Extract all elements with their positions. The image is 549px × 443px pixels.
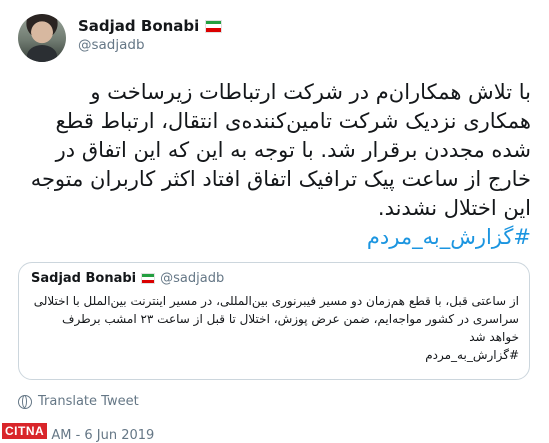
translate-label[interactable]: Translate Tweet [38,394,139,409]
quoted-text: از ساعتی قبل، با قطع هم‌زمان دو مسیر فیب… [31,292,519,364]
quoted-tweet[interactable]: Sadjad Bonabi @sadjadb از ساعتی قبل، با … [18,262,530,380]
quoted-header: Sadjad Bonabi @sadjadb [31,271,519,286]
author-info: Sadjad Bonabi @sadjadb [78,14,223,53]
quoted-display-name: Sadjad Bonabi [31,271,137,286]
hashtag-link[interactable]: #گزارش_به_مردم [367,225,531,249]
tweet-body: با تلاش همکاران‌م در شرکت ارتباطات زیرسا… [30,80,531,220]
tweet-timestamp[interactable]: 9:58 AM - 6 Jun 2019 [18,428,533,443]
citna-watermark-logo: CITNA [2,423,48,439]
iran-flag-icon [205,19,223,33]
quoted-handle: @sadjadb [160,271,225,286]
display-name[interactable]: Sadjad Bonabi [78,17,199,35]
iran-flag-icon [141,273,156,284]
author-handle[interactable]: @sadjadb [78,37,222,53]
quoted-hashtag: #گزارش_به_مردم [425,348,519,362]
tweet-card: Sadjad Bonabi @sadjadb با تلاش همکاران‌م… [0,0,549,443]
quoted-body: از ساعتی قبل، با قطع هم‌زمان دو مسیر فیب… [33,294,519,344]
avatar[interactable] [18,14,66,62]
tweet-text: با تلاش همکاران‌م در شرکت ارتباطات زیرسا… [18,78,531,252]
translate-tweet-link[interactable]: Translate Tweet [18,394,533,409]
tweet-header: Sadjad Bonabi @sadjadb [18,14,533,66]
display-name-row: Sadjad Bonabi [78,17,223,35]
globe-icon [18,394,32,409]
